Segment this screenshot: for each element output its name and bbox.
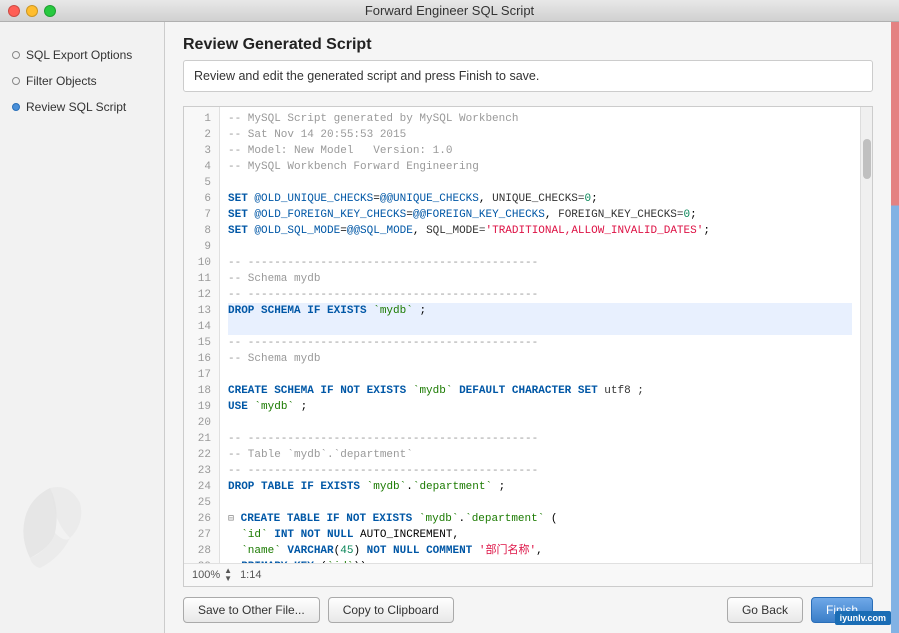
minimize-button[interactable] xyxy=(26,5,38,17)
sidebar-dot-sql-export xyxy=(12,51,20,59)
right-accent-bar xyxy=(891,22,899,633)
code-line-13: DROP SCHEMA IF EXISTS `mydb` ; xyxy=(228,303,852,319)
code-line-20 xyxy=(228,415,852,431)
panel-subtitle: Review and edit the generated script and… xyxy=(183,60,873,92)
sidebar-item-review-sql[interactable]: Review SQL Script xyxy=(0,94,164,120)
zoom-label: 100% xyxy=(192,569,220,581)
scrollbar-thumb[interactable] xyxy=(863,139,871,179)
sidebar-dot-filter-objects xyxy=(12,77,20,85)
copy-to-clipboard-button[interactable]: Copy to Clipboard xyxy=(328,597,454,623)
sidebar-item-filter-objects[interactable]: Filter Objects xyxy=(0,68,164,94)
main-content: SQL Export Options Filter Objects Review… xyxy=(0,22,899,633)
code-line-14 xyxy=(228,319,852,335)
code-line-10: -- -------------------------------------… xyxy=(228,255,852,271)
code-line-18: CREATE SCHEMA IF NOT EXISTS `mydb` DEFAU… xyxy=(228,383,852,399)
code-line-23: -- -------------------------------------… xyxy=(228,463,852,479)
window-controls[interactable] xyxy=(8,5,56,17)
code-line-1: -- MySQL Script generated by MySQL Workb… xyxy=(228,111,852,127)
line-numbers: 12345 678910 1112131415 1617181920 21222… xyxy=(184,107,220,563)
bottom-bar: Save to Other File... Copy to Clipboard … xyxy=(165,587,891,633)
go-back-button[interactable]: Go Back xyxy=(727,597,803,623)
code-line-11: -- Schema mydb xyxy=(228,271,852,287)
sidebar: SQL Export Options Filter Objects Review… xyxy=(0,22,165,633)
code-line-3: -- Model: New Model Version: 1.0 xyxy=(228,143,852,159)
zoom-control[interactable]: 100% ▲ ▼ xyxy=(192,567,232,583)
bottom-logo: iyunlv.com xyxy=(835,611,891,625)
sidebar-item-label-filter-objects: Filter Objects xyxy=(26,74,97,88)
code-line-21: -- -------------------------------------… xyxy=(228,431,852,447)
code-line-5 xyxy=(228,175,852,191)
code-line-8: SET @OLD_SQL_MODE=@@SQL_MODE, SQL_MODE='… xyxy=(228,223,852,239)
code-line-15: -- -------------------------------------… xyxy=(228,335,852,351)
code-line-16: -- Schema mydb xyxy=(228,351,852,367)
panel-title: Review Generated Script xyxy=(183,36,873,54)
window-title: Forward Engineer SQL Script xyxy=(365,3,534,18)
code-line-26: ⊟ CREATE TABLE IF NOT EXISTS `mydb`.`dep… xyxy=(228,511,852,527)
sidebar-dot-review-sql xyxy=(12,103,20,111)
code-footer: 100% ▲ ▼ 1:14 xyxy=(184,563,872,586)
code-line-9 xyxy=(228,239,852,255)
code-line-22: -- Table `mydb`.`department` xyxy=(228,447,852,463)
code-line-7: SET @OLD_FOREIGN_KEY_CHECKS=@@FOREIGN_KE… xyxy=(228,207,852,223)
code-line-24: DROP TABLE IF EXISTS `mydb`.`department`… xyxy=(228,479,852,495)
bottom-left-buttons: Save to Other File... Copy to Clipboard xyxy=(183,597,454,623)
code-editor[interactable]: 12345 678910 1112131415 1617181920 21222… xyxy=(183,106,873,587)
code-line-12: -- -------------------------------------… xyxy=(228,287,852,303)
zoom-arrows[interactable]: ▲ ▼ xyxy=(224,567,232,583)
code-line-4: -- MySQL Workbench Forward Engineering xyxy=(228,159,852,175)
cursor-position: 1:14 xyxy=(240,569,261,581)
right-panel: Review Generated Script Review and edit … xyxy=(165,22,891,633)
sidebar-watermark xyxy=(10,478,90,583)
panel-header: Review Generated Script Review and edit … xyxy=(165,22,891,106)
sidebar-item-label-review-sql: Review SQL Script xyxy=(26,100,126,114)
scrollbar-track[interactable] xyxy=(860,107,872,563)
code-line-27: `id` INT NOT NULL AUTO_INCREMENT, xyxy=(228,527,852,543)
code-line-25 xyxy=(228,495,852,511)
code-line-28: `name` VARCHAR(45) NOT NULL COMMENT '部门名… xyxy=(228,543,852,559)
sidebar-item-label-sql-export: SQL Export Options xyxy=(26,48,132,62)
code-line-2: -- Sat Nov 14 20:55:53 2015 xyxy=(228,127,852,143)
close-button[interactable] xyxy=(8,5,20,17)
code-content: 12345 678910 1112131415 1617181920 21222… xyxy=(184,107,872,563)
code-line-19: USE `mydb` ; xyxy=(228,399,852,415)
code-line-17 xyxy=(228,367,852,383)
title-bar: Forward Engineer SQL Script xyxy=(0,0,899,22)
code-text-area[interactable]: -- MySQL Script generated by MySQL Workb… xyxy=(220,107,860,563)
maximize-button[interactable] xyxy=(44,5,56,17)
sidebar-item-sql-export[interactable]: SQL Export Options xyxy=(0,42,164,68)
code-line-6: SET @OLD_UNIQUE_CHECKS=@@UNIQUE_CHECKS, … xyxy=(228,191,852,207)
save-to-file-button[interactable]: Save to Other File... xyxy=(183,597,320,623)
